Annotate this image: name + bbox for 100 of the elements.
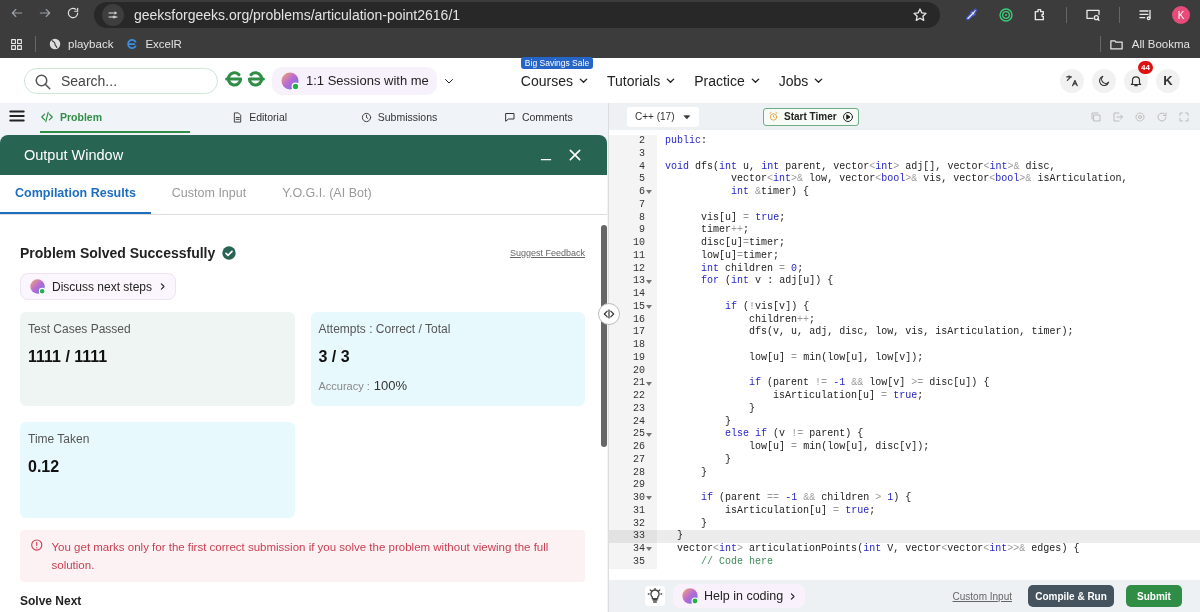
code-line: // Code here [700,555,774,569]
line-number: 4 [639,160,645,174]
compile-run-button[interactable]: Compile & Run [1028,585,1114,607]
eyedropper-icon[interactable] [964,7,980,23]
code-line: children++; [748,313,816,326]
chevron-down-icon [665,75,677,86]
address-bar[interactable]: geeksforgeeks.org/problems/articulation-point2616/1 [94,2,940,28]
line-number: 33 [633,530,645,543]
line-number: 11 [633,249,645,263]
fold-icon[interactable] [646,381,652,386]
feedback-link[interactable]: Suggest Feedback [509,248,585,258]
line-number: 16 [633,313,645,327]
sessions-button[interactable]: 1:1 Sessions with me [272,66,437,95]
line-number: 35 [633,555,645,569]
reload-icon[interactable] [66,6,80,20]
avatar-icon [280,70,300,91]
line-number: 19 [633,351,645,365]
hint-button[interactable] [645,586,665,606]
code-line: int children = 0; [700,262,804,275]
output-tab[interactable]: Compilation Results [0,175,151,214]
submit-button[interactable]: Submit [1126,585,1182,607]
problem-tab[interactable]: Editorial [190,103,330,133]
line-number: 7 [639,198,645,212]
section-heading: Solve Next [20,594,83,608]
line-number: 17 [633,326,645,339]
search-field[interactable]: Search... [24,67,218,94]
line-number: 18 [633,339,645,352]
screen-search-icon[interactable] [1085,7,1101,23]
code-line: int &timer) { [730,186,810,199]
code-line: } [724,415,732,428]
fold-icon[interactable] [646,305,652,310]
line-number: 9 [639,224,645,237]
problem-tab[interactable]: Comments [468,103,608,133]
status-heading: Problem Solved Successfully [20,245,216,261]
nav-menu[interactable]: Jobs [778,72,825,89]
user-avatar[interactable]: K [1156,68,1180,93]
globe-icon [48,37,62,51]
discuss-button[interactable]: Discuss next steps [20,273,177,300]
code-line: public: [664,135,708,148]
line-number: 21 [633,377,645,390]
line-number: 24 [633,415,645,429]
caret-icon [683,112,691,121]
code-line: } [700,517,708,531]
chevron-down-icon [578,75,589,86]
code-line: } [748,402,756,416]
code-line: disc[u]=timer; [700,237,786,250]
stat-value: 1111 / 1111 [28,348,109,366]
start-timer-button[interactable]: Start Timer [763,107,859,126]
apps-grid-icon[interactable] [10,37,23,51]
back-icon[interactable] [10,6,24,20]
alert-icon [30,538,44,552]
line-number: 25 [633,428,645,441]
fold-icon[interactable] [646,279,652,284]
line-number: 3 [639,147,645,161]
site-settings-icon[interactable] [107,9,119,21]
help-button[interactable]: Help in coding [673,584,806,608]
fold-icon[interactable] [646,496,652,501]
language-select[interactable]: C++ (17) [627,106,699,127]
moon-icon[interactable] [1097,73,1111,88]
code-line: if (parent == -1 && children > 1) { [700,492,912,505]
fold-icon[interactable] [646,547,652,552]
nav-menu[interactable]: Practice [694,72,761,89]
problem-tab[interactable]: Problem [40,103,190,133]
code-line: vector<int>& low, vector<bool>& vis, vector<bool>& isArticulation, [730,173,1128,186]
profile-button[interactable]: K [1172,6,1190,24]
code-line: for (int v : adj[u]) { [700,275,834,288]
translate-icon[interactable] [1065,73,1079,88]
avatar-icon [29,278,46,295]
line-number: 20 [633,364,645,378]
line-number: 6 [639,186,645,199]
line-number: 28 [633,466,645,480]
line-number: 32 [633,517,645,531]
star-icon[interactable] [912,7,928,23]
bookmarks-folder[interactable]: All Bookma [1131,38,1190,50]
scrollbar[interactable] [601,225,607,447]
bookmark-link[interactable]: ExcelR [145,38,182,50]
playlist-icon[interactable] [1138,7,1154,23]
check-circle-icon [221,245,238,261]
alarm-icon [768,111,779,122]
custom-input-link[interactable]: Custom Input [952,590,1012,602]
chevron-right-icon [158,282,168,291]
bell-icon[interactable] [1129,73,1143,88]
stat-label: Time Taken [28,432,91,446]
fold-icon[interactable] [646,432,652,437]
fold-icon[interactable] [646,190,652,195]
problem-tab[interactable]: Submissions [329,103,469,133]
line-number: 10 [633,237,645,250]
code-line: low[u] = min(low[u], low[v]); [748,351,924,365]
bookmark-link[interactable]: playback [68,38,114,50]
nav-menu[interactable]: Tutorials [607,72,677,89]
forward-icon[interactable] [38,6,52,20]
code-line: } [700,466,708,480]
line-number: 2 [639,135,645,148]
code-line: vector<int> articulationPoints(int V, vector<vector<int>>& edges) { [676,543,1080,556]
target-icon[interactable] [998,7,1014,23]
code-icon [40,110,54,124]
line-number: 15 [633,300,645,314]
resize-icon [602,307,616,321]
close-icon[interactable] [567,147,583,163]
line-number: 14 [633,288,645,301]
